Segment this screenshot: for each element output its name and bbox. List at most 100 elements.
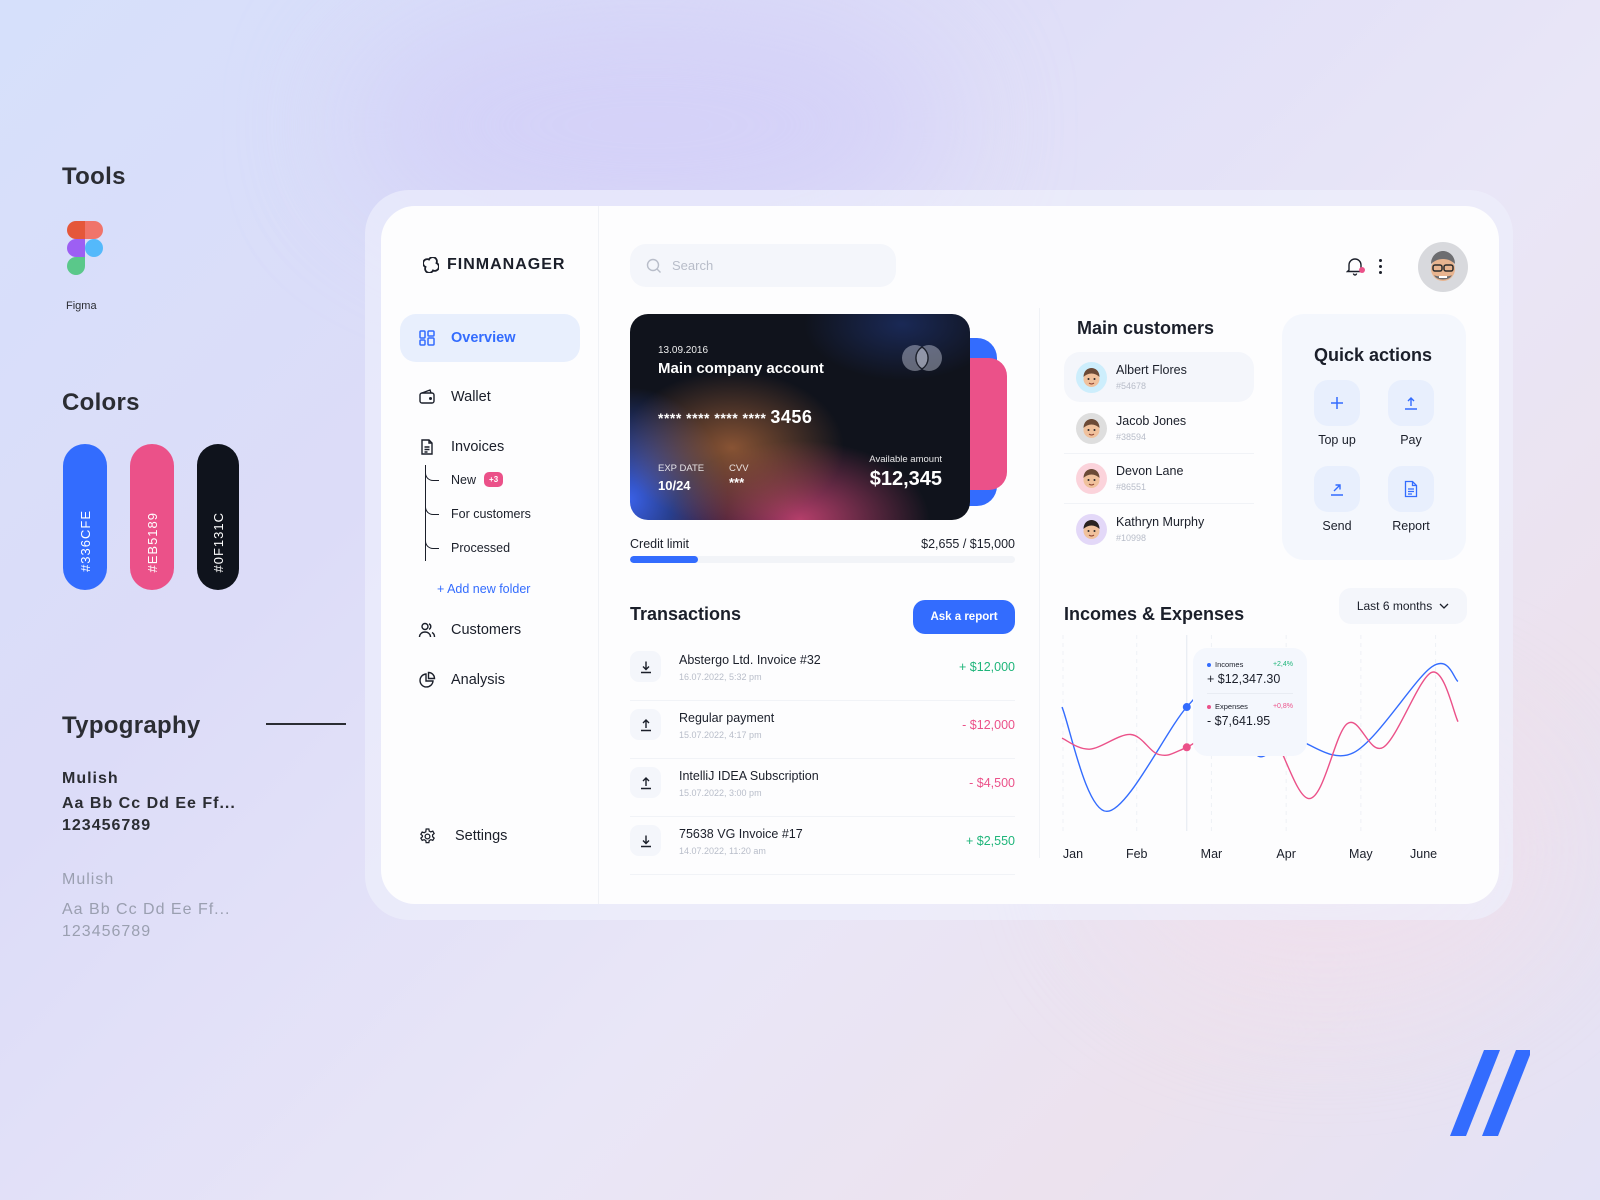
search-icon — [646, 258, 661, 273]
chevron-down-icon — [1439, 603, 1449, 609]
available-amount-label: Available amount — [869, 454, 942, 465]
sidebar-item-label: Settings — [455, 828, 508, 844]
transaction-date: 15.07.2022, 4:17 pm — [679, 730, 762, 740]
dot — [1378, 264, 1382, 268]
customer-row[interactable]: Albert Flores #54678 — [1064, 352, 1254, 402]
transaction-date: 14.07.2022, 11:20 am — [679, 846, 766, 856]
x-tick-label: Mar — [1201, 847, 1223, 861]
transaction-name: Abstergo Ltd. Invoice #32 — [679, 653, 821, 667]
transaction-row[interactable]: 75638 VG Invoice #17 14.07.2022, 11:20 am… — [630, 816, 1015, 875]
sidebar-item-customers[interactable]: Customers — [400, 606, 580, 654]
incomes-legend-dot — [1207, 662, 1211, 667]
report-button[interactable] — [1388, 466, 1434, 512]
search-bar[interactable] — [630, 244, 896, 287]
search-input[interactable] — [672, 258, 872, 273]
card-number-mask: **** **** **** **** — [658, 410, 767, 426]
add-new-folder-link[interactable]: + Add new folder — [437, 582, 530, 596]
sidebar-item-invoices[interactable]: Invoices — [400, 423, 580, 471]
sidebar-item-label: Wallet — [451, 389, 491, 405]
report-document-icon — [1404, 480, 1418, 498]
typography-heading: Typography — [62, 712, 201, 739]
download-icon — [630, 651, 661, 682]
credit-limit-progress — [630, 556, 1015, 563]
pay-label: Pay — [1400, 433, 1422, 447]
brand-icon — [423, 257, 439, 273]
send-label: Send — [1322, 519, 1352, 533]
customer-row[interactable]: Kathryn Murphy #10998 — [1064, 504, 1254, 554]
send-button[interactable] — [1314, 466, 1360, 512]
main-customers-title: Main customers — [1077, 318, 1215, 338]
x-tick-label: May — [1349, 847, 1373, 861]
tooltip-expenses-label: Expenses — [1215, 702, 1248, 711]
tooltip-incomes-value: + $12,347.30 — [1207, 672, 1281, 686]
memoji-avatar-icon — [1431, 251, 1455, 281]
sidebar: FINMANAGER Overview Wallet Invoices New … — [381, 206, 599, 904]
data-point-incomes[interactable] — [1182, 703, 1191, 712]
customer-avatar — [1076, 362, 1107, 393]
more-options-button[interactable] — [1375, 256, 1385, 276]
top-up-label: Top up — [1318, 433, 1356, 447]
font-name: Mulish — [62, 770, 119, 787]
transaction-row[interactable]: IntelliJ IDEA Subscription 15.07.2022, 3:… — [630, 758, 1015, 817]
customer-id: #54678 — [1116, 381, 1147, 391]
sidebar-item-analysis[interactable]: Analysis — [400, 656, 580, 704]
brand-logo[interactable]: FINMANAGER — [423, 256, 565, 274]
font-sample-digits: 123456789 — [62, 923, 152, 940]
dot — [1378, 270, 1382, 274]
notification-dot — [1359, 267, 1365, 273]
sidebar-item-overview[interactable]: Overview — [400, 314, 580, 362]
customer-avatar — [1076, 513, 1107, 545]
customer-name: Albert Flores — [1116, 363, 1187, 377]
card-number: **** **** **** **** 3456 — [658, 407, 812, 428]
font-sample-letters: Aa Bb Cc Dd Ee Ff... — [62, 901, 231, 918]
font-sample-bold: Mulish Aa Bb Cc Dd Ee Ff... 123456789 — [62, 768, 236, 837]
color-swatch-pink: #EB5189 — [130, 444, 174, 590]
pie-chart-icon — [419, 671, 436, 688]
customer-row[interactable]: Jacob Jones #38594 — [1064, 403, 1254, 454]
available-amount-value: $12,345 — [869, 468, 942, 490]
sidebar-item-label: Customers — [451, 622, 522, 638]
pay-button[interactable] — [1388, 380, 1434, 426]
user-avatar[interactable] — [1418, 242, 1468, 292]
invoices-subitem-new[interactable]: New +3 — [451, 472, 504, 487]
tooltip-expenses-change: +0,8% — [1272, 703, 1293, 710]
font-sample-letters: Aa Bb Cc Dd Ee Ff... — [62, 795, 236, 812]
data-point-expenses[interactable] — [1182, 743, 1191, 752]
tree-branch — [425, 503, 439, 515]
top-up-button[interactable] — [1314, 380, 1360, 426]
card-account-name: Main company account — [658, 360, 824, 377]
sidebar-item-wallet[interactable]: Wallet — [400, 373, 580, 421]
gear-icon — [420, 827, 435, 843]
tooltip-divider — [1207, 693, 1293, 694]
upload-icon — [630, 709, 661, 740]
transaction-name: Regular payment — [679, 711, 775, 725]
tooltip-incomes-label: Incomes — [1215, 660, 1244, 669]
bank-card[interactable]: 13.09.2016 Main company account **** ***… — [630, 314, 970, 520]
time-range-dropdown[interactable]: Last 6 months — [1339, 588, 1467, 624]
customer-avatar — [1076, 463, 1107, 494]
memoji-avatar-icon — [1083, 519, 1100, 539]
swatch-label: #336CFE — [77, 510, 93, 572]
transaction-row[interactable]: Abstergo Ltd. Invoice #32 16.07.2022, 5:3… — [630, 642, 1015, 701]
font-sample-regular: Mulish Aa Bb Cc Dd Ee Ff... 123456789 — [62, 869, 231, 943]
transaction-row[interactable]: Regular payment 15.07.2022, 4:17 pm - $12,… — [630, 700, 1015, 759]
download-icon — [630, 825, 661, 856]
cvv-label: CVV — [729, 463, 749, 474]
x-tick-label: June — [1410, 847, 1437, 861]
subitem-label: For customers — [451, 507, 531, 521]
colors-heading: Colors — [62, 389, 140, 416]
sidebar-item-settings[interactable]: Settings — [400, 816, 580, 856]
invoices-subitem-for-customers[interactable]: For customers — [451, 507, 531, 521]
card-date: 13.09.2016 — [658, 345, 709, 356]
invoices-subitem-processed[interactable]: Processed — [451, 541, 510, 555]
credit-limit-progress-fill — [630, 556, 699, 563]
customer-row[interactable]: Devon Lane #86551 — [1064, 453, 1254, 504]
card-network-logo-icon — [902, 345, 942, 371]
dropdown-value: Last 6 months — [1356, 599, 1433, 613]
memoji-avatar-icon — [1083, 418, 1100, 438]
ask-report-button[interactable]: Ask a report — [913, 600, 1015, 634]
swatch-label: #EB5189 — [144, 511, 160, 573]
x-tick-label: Feb — [1126, 847, 1148, 861]
memoji-avatar-icon — [1083, 469, 1100, 488]
notifications-button[interactable] — [1345, 256, 1366, 276]
